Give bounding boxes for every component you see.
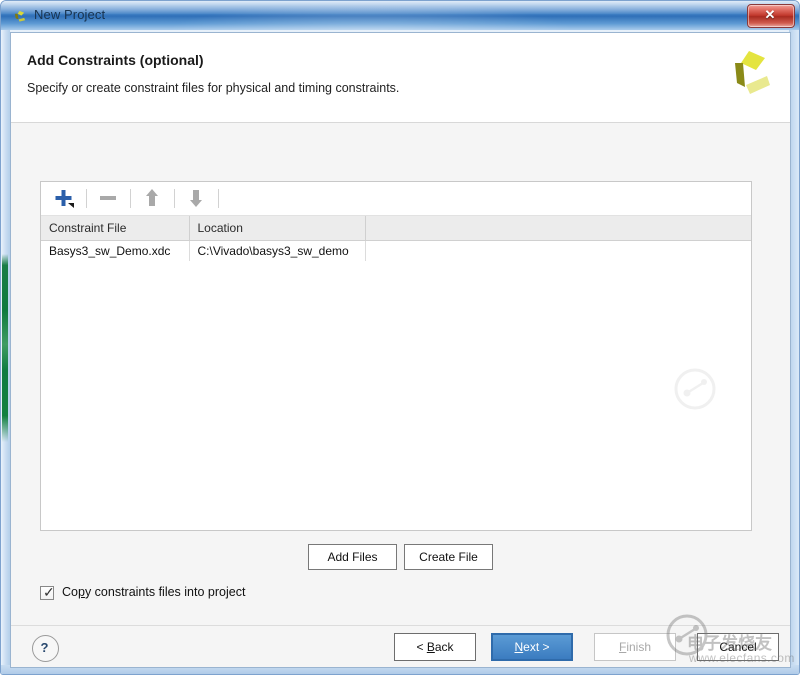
column-header-filler [365,216,751,241]
finish-label-part2: inish [626,640,652,654]
toolbar-separator-4 [218,189,219,208]
copy-label-part1: Co [62,585,78,599]
constraint-files-table: Constraint File Location Basys3_sw_Demo.… [41,216,751,261]
plus-icon [55,190,74,208]
xilinx-logo [735,51,770,94]
move-down-button[interactable] [181,185,211,211]
arrow-up-icon [146,189,158,206]
back-label-part2: ack [434,640,454,654]
back-label-part1: < [416,640,427,654]
table-row[interactable]: Basys3_sw_Demo.xdc C:\Vivado\basys3_sw_d… [41,240,751,262]
constraint-files-panel: Constraint File Location Basys3_sw_Demo.… [40,181,752,531]
new-project-dialog-window: New Project ✕ Add Constraints (optional)… [0,0,800,675]
close-button[interactable]: ✕ [747,4,795,28]
cell-location: C:\Vivado\basys3_sw_demo [189,240,366,261]
constraint-list-toolbar [41,182,751,216]
checkmark-icon: ✓ [43,584,55,600]
minus-icon [100,196,116,200]
toolbar-separator-3 [174,189,175,208]
dialog-body: Constraint File Location Basys3_sw_Demo.… [11,123,790,627]
toolbar-separator-2 [130,189,131,208]
back-label-mnemonic: B [426,640,435,654]
window-chrome-left [1,30,10,674]
finish-button: Finish [594,633,676,661]
table-header-row: Constraint File Location [41,216,751,241]
copy-constraints-checkbox[interactable]: ✓ [40,584,55,600]
vivado-app-icon [14,10,26,22]
title-bar: New Project ✕ [1,1,799,30]
progress-accent-strip [2,254,8,442]
move-up-button[interactable] [137,185,167,211]
next-label-part2: ext > [523,640,550,654]
arrow-down-icon [190,190,202,207]
add-constraint-button[interactable] [49,185,79,211]
cell-constraint-file: Basys3_sw_Demo.xdc [41,240,190,261]
window-title: New Project [34,7,106,22]
create-file-button[interactable]: Create File [404,544,493,570]
add-files-button[interactable]: Add Files [308,544,397,570]
column-header-constraint-file[interactable]: Constraint File [41,216,190,241]
page-subtitle: Specify or create constraint files for p… [27,81,400,95]
remove-constraint-button[interactable] [93,185,123,211]
dialog-content: Add Constraints (optional) Specify or cr… [10,32,791,668]
page-title: Add Constraints (optional) [27,52,204,68]
copy-label-part2: y constraints files into project [84,585,246,599]
cancel-button[interactable]: Cancel [697,633,779,661]
next-button[interactable]: Next > [491,633,573,661]
copy-label-mnemonic: p [77,585,85,599]
titlebar-highlight [161,1,581,30]
close-icon: ✕ [764,7,776,22]
question-mark-icon: ? [40,640,49,655]
cell-filler [365,241,751,262]
copy-constraints-label: Copy constraints files into project [62,585,245,599]
toolbar-separator-1 [86,189,87,208]
dialog-footer: ? < Back Next > Finish Cancel [11,625,790,667]
help-button[interactable]: ? [32,635,59,662]
next-label-mnemonic: N [514,640,524,654]
column-header-location[interactable]: Location [189,216,366,241]
back-button[interactable]: < Back [394,633,476,661]
dialog-header: Add Constraints (optional) Specify or cr… [11,33,790,123]
